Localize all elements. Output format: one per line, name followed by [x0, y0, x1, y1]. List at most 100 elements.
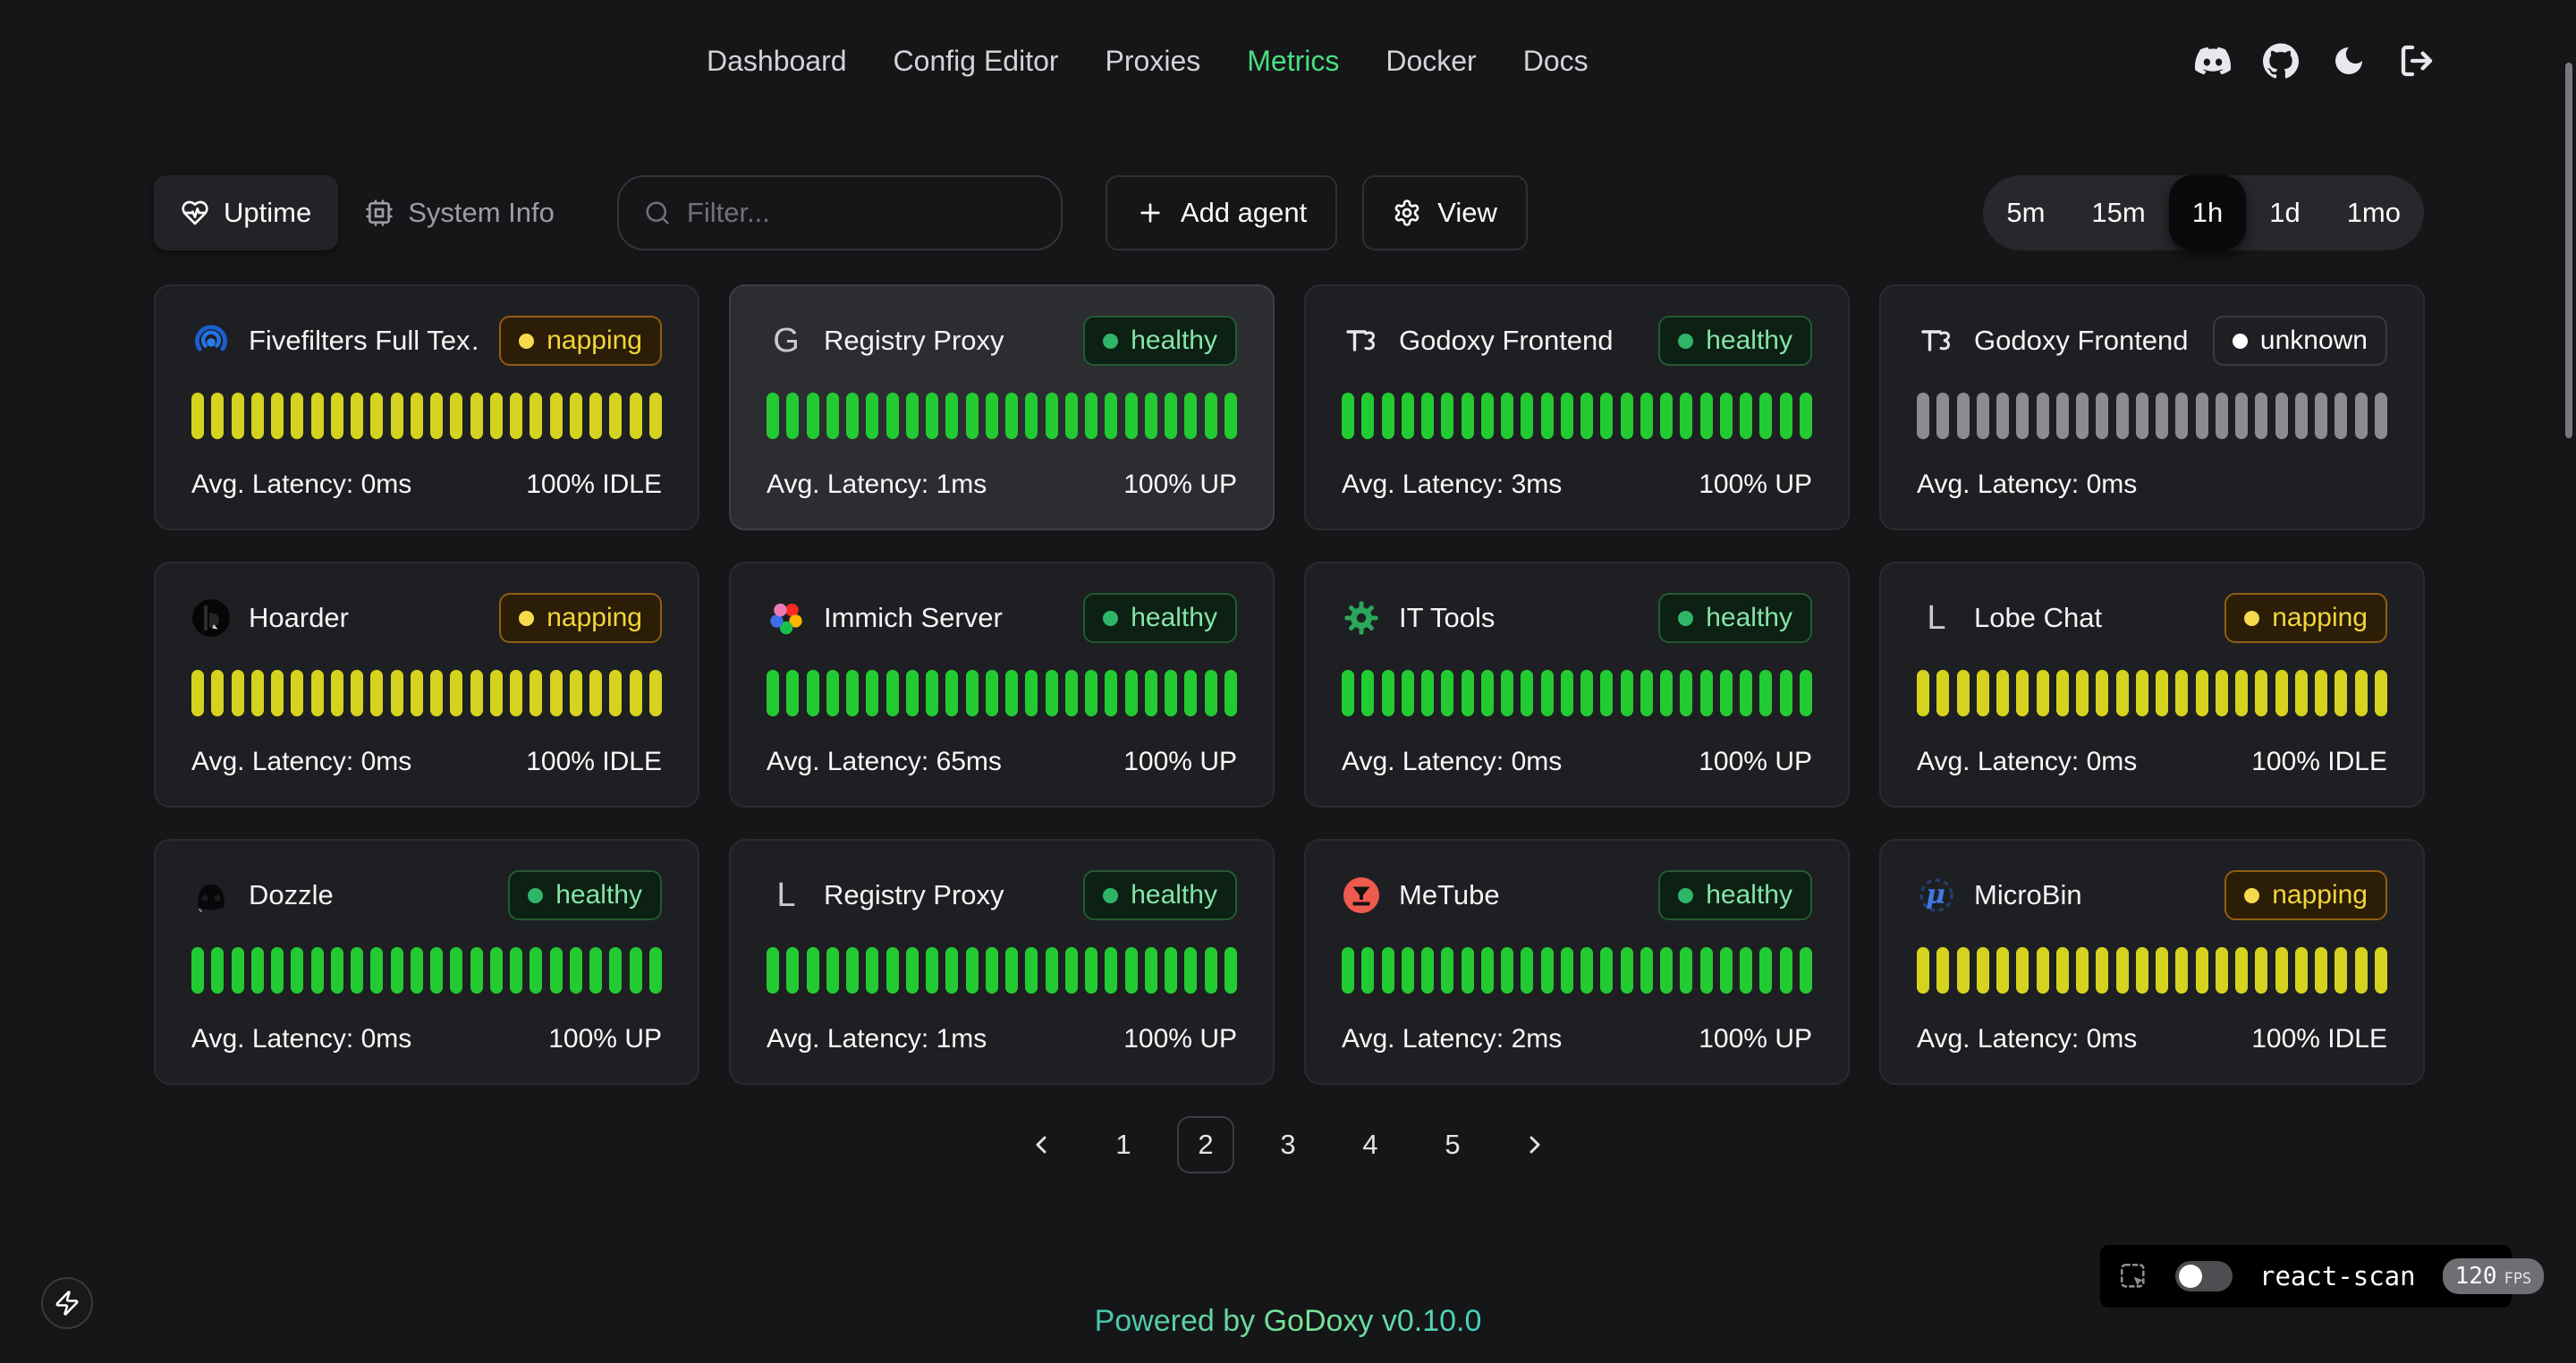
uptime-bar — [1165, 947, 1177, 994]
previous-page-button[interactable] — [1013, 1116, 1070, 1173]
nav-item-dashboard[interactable]: Dashboard — [707, 45, 847, 78]
time-range-1h[interactable]: 1h — [2169, 175, 2246, 250]
page-button-3[interactable]: 3 — [1259, 1116, 1317, 1173]
status-dot-icon — [528, 888, 543, 903]
service-name: Immich Server — [824, 602, 1065, 634]
uptime-percent: 100% UP — [1699, 1024, 1812, 1054]
uptime-bar — [331, 947, 343, 994]
heart-pulse-icon — [181, 199, 209, 227]
service-card[interactable]: Fivefilters Full Tex… napping Avg. Laten… — [154, 284, 699, 530]
uptime-bar — [391, 947, 403, 994]
uptime-bar — [271, 670, 284, 716]
uptime-bar — [1501, 670, 1513, 716]
card-header: Fivefilters Full Tex… napping — [191, 313, 662, 368]
uptime-bar — [786, 670, 799, 716]
uptime-bar — [886, 393, 899, 439]
t3-icon — [1342, 321, 1381, 360]
service-card[interactable]: MeTube healthy Avg. Latency: 2ms 100% UP — [1304, 839, 1850, 1085]
nav-item-proxies[interactable]: Proxies — [1106, 45, 1201, 78]
status-dot-icon — [519, 611, 534, 626]
uptime-bar — [2355, 947, 2368, 994]
uptime-bar — [1085, 670, 1097, 716]
page-button-2[interactable]: 2 — [1177, 1116, 1234, 1173]
page-button-5[interactable]: 5 — [1424, 1116, 1481, 1173]
service-card[interactable]: Immich Server healthy Avg. Latency: 65ms… — [729, 562, 1275, 808]
quick-actions-button[interactable] — [41, 1277, 93, 1329]
tab-system-info[interactable]: System Info — [338, 175, 581, 250]
status-label: unknown — [2260, 326, 2368, 356]
uptime-bar — [906, 670, 919, 716]
uptime-bar — [1780, 393, 1792, 439]
logout-icon[interactable] — [2399, 43, 2435, 79]
tab-uptime[interactable]: Uptime — [154, 175, 338, 250]
uptime-bar — [1184, 670, 1197, 716]
time-range-15m[interactable]: 15m — [2068, 175, 2168, 250]
service-card[interactable]: IT Tools healthy Avg. Latency: 0ms 100% … — [1304, 562, 1850, 808]
uptime-bar — [391, 393, 403, 439]
time-range-5m[interactable]: 5m — [1983, 175, 2068, 250]
uptime-bar — [1541, 393, 1554, 439]
service-card[interactable]: Dozzle healthy Avg. Latency: 0ms 100% UP — [154, 839, 699, 1085]
service-card[interactable]: Godoxy Frontend unknown Avg. Latency: 0m… — [1879, 284, 2425, 530]
service-card[interactable]: Godoxy Frontend healthy Avg. Latency: 3m… — [1304, 284, 1850, 530]
uptime-bar — [1046, 393, 1058, 439]
uptime-bar — [570, 947, 582, 994]
discord-icon[interactable] — [2195, 43, 2231, 79]
uptime-bar — [1521, 393, 1533, 439]
avg-latency: Avg. Latency: 1ms — [767, 1024, 987, 1054]
uptime-bar — [1184, 393, 1197, 439]
add-agent-button[interactable]: Add agent — [1106, 175, 1337, 250]
status-dot-icon — [1103, 611, 1118, 626]
uptime-bar — [2116, 393, 2129, 439]
uptime-bar — [251, 393, 264, 439]
version-link[interactable]: v0.10.0 — [1382, 1304, 1482, 1338]
uptime-bar — [767, 393, 779, 439]
chevron-left-icon — [1027, 1130, 1055, 1159]
status-label: napping — [2272, 880, 2368, 910]
filter-input[interactable] — [687, 197, 1036, 229]
service-name: MeTube — [1399, 879, 1640, 911]
card-header: Godoxy Frontend unknown — [1917, 313, 2387, 368]
next-page-button[interactable] — [1506, 1116, 1563, 1173]
uptime-bar — [2255, 670, 2267, 716]
uptime-bar — [786, 947, 799, 994]
uptime-bar — [807, 947, 819, 994]
service-card[interactable]: G Registry Proxy healthy Avg. Latency: 1… — [729, 284, 1275, 530]
inspect-cursor-icon[interactable] — [2118, 1261, 2148, 1291]
card-header: Godoxy Frontend healthy — [1342, 313, 1812, 368]
status-label: healthy — [555, 880, 642, 910]
uptime-bar — [2136, 947, 2148, 994]
service-card[interactable]: L Lobe Chat napping Avg. Latency: 0ms 10… — [1879, 562, 2425, 808]
uptime-bar — [271, 947, 284, 994]
page-button-4[interactable]: 4 — [1342, 1116, 1399, 1173]
uptime-bar — [630, 947, 642, 994]
card-footer: Avg. Latency: 0ms 100% IDLE — [191, 747, 662, 777]
time-range-1mo[interactable]: 1mo — [2324, 175, 2424, 250]
nav-item-config-editor[interactable]: Config Editor — [894, 45, 1059, 78]
nav-item-docker[interactable]: Docker — [1385, 45, 1476, 78]
nav-item-metrics[interactable]: Metrics — [1247, 45, 1339, 78]
service-name: Godoxy Frontend — [1974, 325, 2195, 357]
uptime-bar — [1501, 393, 1513, 439]
service-card[interactable]: Hoarder napping Avg. Latency: 0ms 100% I… — [154, 562, 699, 808]
view-button[interactable]: View — [1362, 175, 1528, 250]
time-range-1d[interactable]: 1d — [2246, 175, 2323, 250]
scrollbar-thumb[interactable] — [2565, 63, 2572, 438]
github-icon[interactable] — [2263, 43, 2299, 79]
uptime-bar — [2295, 670, 2308, 716]
service-card[interactable]: μ MicroBin napping Avg. Latency: 0ms 100… — [1879, 839, 2425, 1085]
page-button-1[interactable]: 1 — [1095, 1116, 1152, 1173]
avg-latency: Avg. Latency: 1ms — [767, 470, 987, 500]
cpu-icon — [365, 199, 394, 227]
nav-item-docs[interactable]: Docs — [1523, 45, 1589, 78]
moon-icon[interactable] — [2331, 43, 2367, 79]
service-card[interactable]: L Registry Proxy healthy Avg. Latency: 1… — [729, 839, 1275, 1085]
react-scan-toggle[interactable] — [2175, 1261, 2233, 1291]
uptime-bar — [251, 670, 264, 716]
godoxy-link[interactable]: GoDoxy — [1264, 1304, 1374, 1338]
status-label: healthy — [1131, 603, 1217, 633]
uptime-bar — [211, 670, 224, 716]
gear-icon — [1393, 199, 1421, 227]
avg-latency: Avg. Latency: 0ms — [191, 470, 411, 500]
uptime-bar — [1957, 947, 1970, 994]
